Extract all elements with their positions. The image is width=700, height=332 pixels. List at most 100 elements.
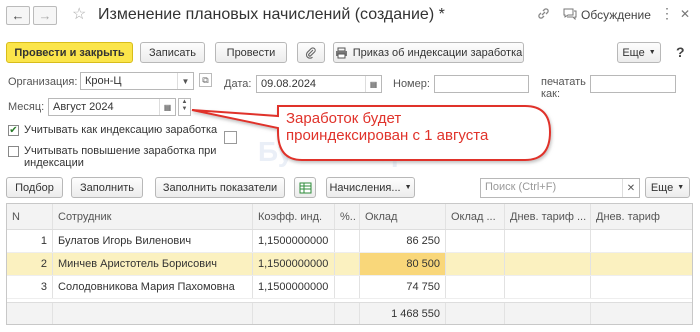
table-more-label: Еще <box>650 181 674 194</box>
cell-salary2[interactable] <box>446 253 505 275</box>
footer-cell <box>335 303 360 324</box>
search-input[interactable]: Поиск (Ctrl+F) ✕ <box>480 178 640 198</box>
calendar-icon[interactable]: ▦ <box>365 76 381 92</box>
cell-salary2[interactable] <box>446 230 505 252</box>
fill-indicators-button[interactable]: Заполнить показатели <box>155 177 285 198</box>
table-row[interactable]: 2 Минчев Аристотель Борисович 1,1500000000… <box>7 253 692 276</box>
footer-cell <box>53 303 253 324</box>
accruals-label: Начисления... <box>329 181 401 194</box>
close-icon[interactable]: ✕ <box>680 7 690 21</box>
print-as-label: печатать как: <box>541 76 586 100</box>
cell-coef[interactable]: 1,1500000000 <box>253 230 335 252</box>
column-header[interactable]: Днев. тариф <box>591 204 692 229</box>
help-icon[interactable]: ? <box>676 44 685 60</box>
footer-cell <box>505 303 591 324</box>
post-button[interactable]: Провести <box>215 42 287 63</box>
column-header[interactable]: Сотрудник <box>53 204 253 229</box>
attach-button[interactable] <box>297 42 325 63</box>
cell-n[interactable]: 3 <box>7 276 53 298</box>
back-button[interactable]: ← <box>6 6 30 25</box>
date-value: 09.08.2024 <box>261 78 317 90</box>
print-as-field[interactable] <box>590 75 676 93</box>
arrow-left-icon: ← <box>11 8 25 23</box>
cell-day2[interactable] <box>591 276 692 298</box>
cell-day1[interactable] <box>505 253 591 275</box>
cell-salary[interactable]: 74 750 <box>360 276 446 298</box>
dropdown-arrow-icon[interactable]: ▼ <box>177 73 193 89</box>
post-and-close-button[interactable]: Провести и закрыть <box>6 42 133 63</box>
discussion-button[interactable]: Обсуждение <box>581 8 651 22</box>
column-header[interactable]: Коэфф. инд. <box>253 204 335 229</box>
cell-salary[interactable]: 86 250 <box>360 230 446 252</box>
save-button[interactable]: Записать <box>140 42 205 63</box>
page-title: Изменение плановых начислений (создание)… <box>98 6 445 23</box>
more-label: Еще <box>622 46 645 59</box>
cell-day2[interactable] <box>591 230 692 252</box>
table-header: N Сотрудник Коэфф. инд. %.. Оклад Оклад … <box>7 204 692 230</box>
footer-cell <box>591 303 692 324</box>
cell-employee[interactable]: Солодовникова Мария Пахомовна <box>53 276 253 298</box>
star-icon[interactable]: ☆ <box>72 4 86 24</box>
open-icon[interactable]: ⧉ <box>199 73 212 87</box>
table-footer: 1 468 550 <box>7 302 692 324</box>
column-header[interactable]: Оклад <box>360 204 446 229</box>
clear-icon[interactable]: ✕ <box>622 179 639 197</box>
table-icon <box>299 182 311 193</box>
footer-cell <box>7 303 53 324</box>
select-button[interactable]: Подбор <box>6 177 63 198</box>
footer-cell <box>446 303 505 324</box>
discussion-icon[interactable] <box>563 7 577 23</box>
column-header[interactable]: %.. <box>335 204 360 229</box>
table-export-button[interactable] <box>294 177 316 198</box>
salary-increase-checkbox[interactable] <box>8 146 19 157</box>
cell-day1[interactable] <box>505 276 591 298</box>
more-button[interactable]: Еще ▼ <box>617 42 661 63</box>
cell-day2[interactable] <box>591 253 692 275</box>
organization-field[interactable]: Крон-Ц ▼ <box>80 72 194 90</box>
table-row[interactable]: 3 Солодовникова Мария Пахомовна 1,15000000… <box>7 276 692 299</box>
footer-cell <box>253 303 335 324</box>
total-salary: 1 468 550 <box>360 303 446 324</box>
number-field[interactable] <box>434 75 529 93</box>
calendar-icon[interactable]: ▦ <box>159 99 175 115</box>
column-header[interactable]: Днев. тариф ... <box>505 204 591 229</box>
arrow-right-icon: → <box>38 8 52 23</box>
column-header[interactable]: N <box>7 204 53 229</box>
cell-pct[interactable] <box>335 230 360 252</box>
link-icon[interactable] <box>537 7 550 23</box>
dropdown-arrow-icon: ▼ <box>677 184 685 191</box>
column-header[interactable]: Оклад ... <box>446 204 505 229</box>
print-order-button[interactable]: Приказ об индексации заработка <box>333 42 524 63</box>
month-field[interactable]: Август 2024 ▦ <box>48 98 176 116</box>
cell-n[interactable]: 2 <box>7 253 53 275</box>
cell-coef[interactable]: 1,1500000000 <box>253 253 335 275</box>
accruals-button[interactable]: Начисления... ▼ <box>326 177 415 198</box>
table-more-button[interactable]: Еще ▼ <box>645 177 690 198</box>
callout-text: Заработок будет проиндексирован с 1 авгу… <box>286 110 488 144</box>
cell-day1[interactable] <box>505 230 591 252</box>
dropdown-arrow-icon: ▼ <box>648 49 656 56</box>
cell-employee[interactable]: Минчев Аристотель Борисович <box>53 253 253 275</box>
table-row[interactable]: 1 Булатов Игорь Виленович 1,1500000000 86 2… <box>7 230 692 253</box>
cell-pct[interactable] <box>335 276 360 298</box>
more-vertical-icon[interactable]: ⋮ <box>660 5 674 22</box>
number-label: Номер: <box>393 78 430 90</box>
cell-employee[interactable]: Булатов Игорь Виленович <box>53 230 253 252</box>
dropdown-arrow-icon: ▼ <box>404 184 412 191</box>
search-placeholder: Поиск (Ctrl+F) <box>485 181 557 193</box>
cell-pct[interactable] <box>335 253 360 275</box>
indexation-checkbox[interactable]: ✔ <box>8 125 19 136</box>
cell-salary[interactable]: 80 500 <box>360 253 446 275</box>
date-field[interactable]: 09.08.2024 ▦ <box>256 75 382 93</box>
cell-n[interactable]: 1 <box>7 230 53 252</box>
employees-table: N Сотрудник Коэфф. инд. %.. Оклад Оклад … <box>6 203 693 325</box>
month-label: Месяц: <box>8 101 45 113</box>
forward-button[interactable]: → <box>33 6 57 25</box>
cell-coef[interactable]: 1,1500000000 <box>253 276 335 298</box>
callout-line-1: Заработок будет <box>286 110 402 127</box>
date-label: Дата: <box>224 78 252 90</box>
printer-icon <box>335 47 347 58</box>
cell-salary2[interactable] <box>446 276 505 298</box>
paperclip-icon <box>305 46 316 59</box>
fill-button[interactable]: Заполнить <box>71 177 143 198</box>
